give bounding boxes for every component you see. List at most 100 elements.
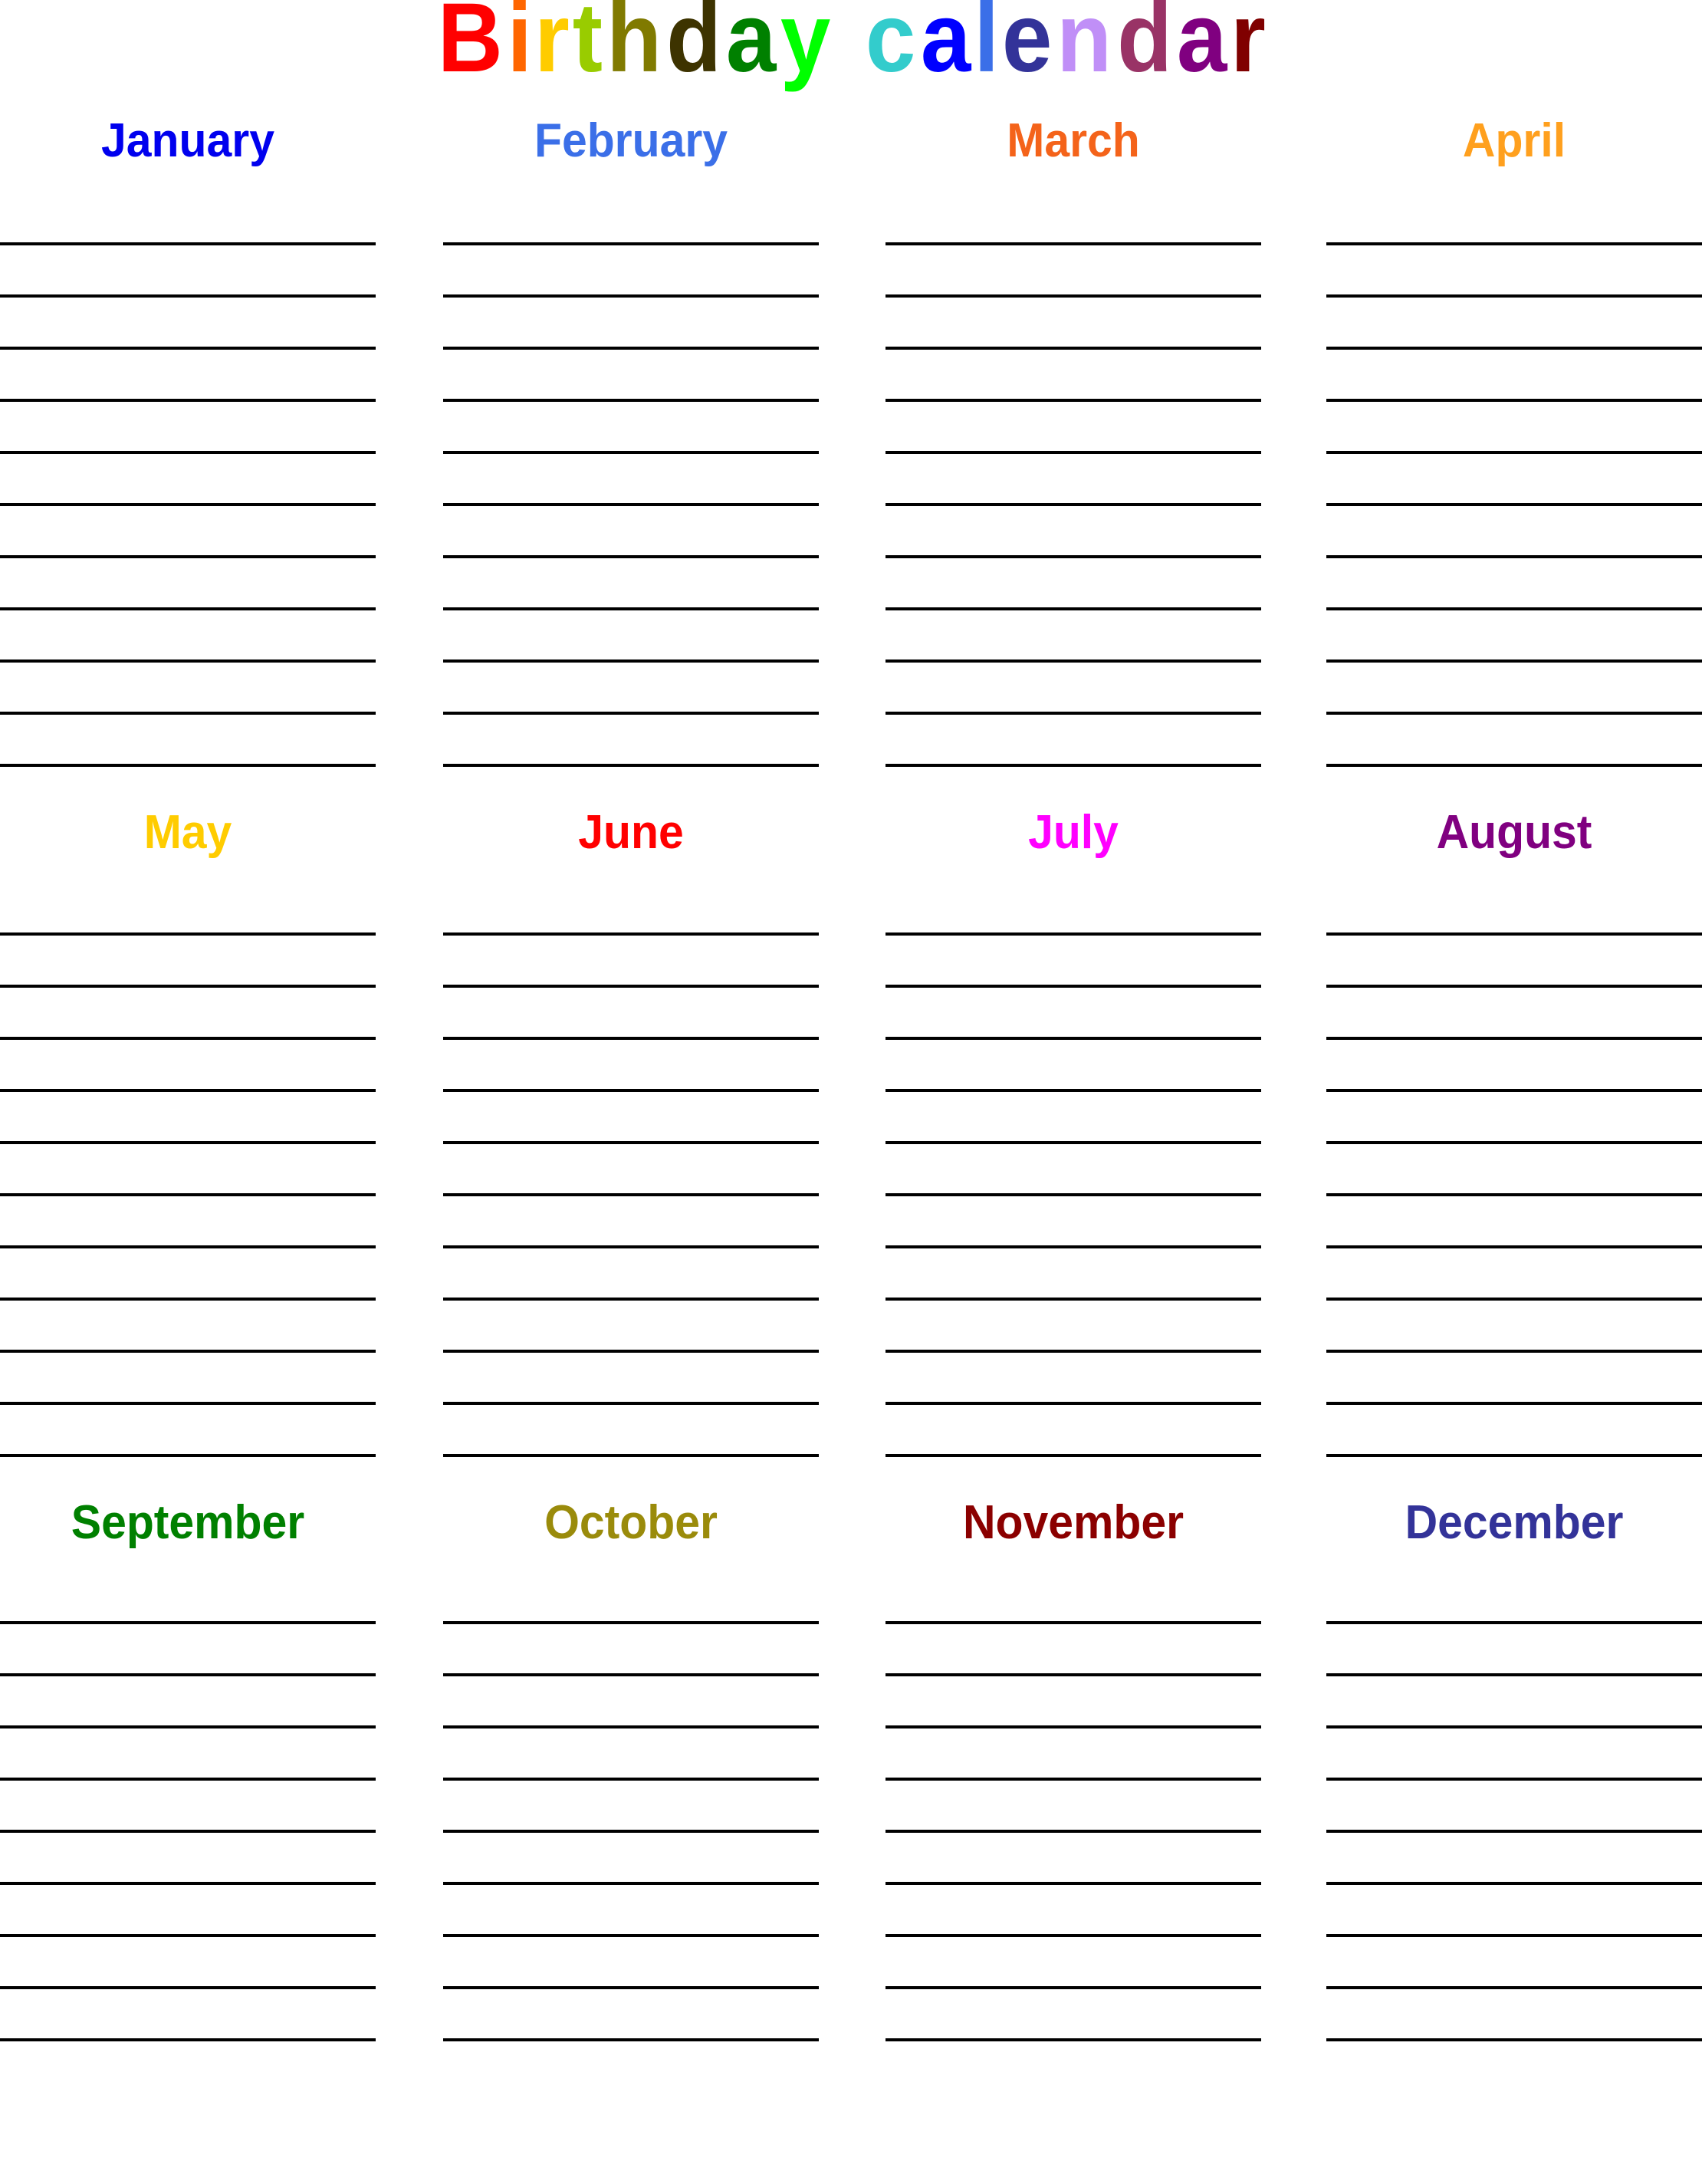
entry-line[interactable] <box>443 402 819 454</box>
entry-line[interactable] <box>1326 988 1702 1040</box>
entry-line[interactable] <box>886 1248 1261 1301</box>
entry-line[interactable] <box>443 350 819 402</box>
entry-line[interactable] <box>886 715 1261 767</box>
entry-line[interactable] <box>1326 1405 1702 1457</box>
entry-line[interactable] <box>0 1092 376 1144</box>
entry-line[interactable] <box>0 454 376 506</box>
entry-line[interactable] <box>1326 1781 1702 1833</box>
entry-line[interactable] <box>1326 1728 1702 1781</box>
entry-line[interactable] <box>886 1885 1261 1937</box>
entry-line[interactable] <box>886 1040 1261 1092</box>
entry-line[interactable] <box>1326 1572 1702 1624</box>
entry-line[interactable] <box>886 454 1261 506</box>
entry-line[interactable] <box>0 506 376 558</box>
entry-line[interactable] <box>443 1196 819 1248</box>
entry-line[interactable] <box>443 610 819 663</box>
entry-line[interactable] <box>1326 1040 1702 1092</box>
entry-line[interactable] <box>443 1937 819 1989</box>
entry-line[interactable] <box>443 988 819 1040</box>
entry-line[interactable] <box>1326 1833 1702 1885</box>
entry-line[interactable] <box>443 1989 819 2041</box>
entry-line[interactable] <box>886 1833 1261 1885</box>
entry-line[interactable] <box>0 1937 376 1989</box>
entry-line[interactable] <box>886 1196 1261 1248</box>
entry-line[interactable] <box>443 883 819 936</box>
entry-line[interactable] <box>886 1144 1261 1196</box>
entry-line[interactable] <box>0 1196 376 1248</box>
entry-line[interactable] <box>443 454 819 506</box>
entry-line[interactable] <box>1326 1196 1702 1248</box>
entry-line[interactable] <box>1326 663 1702 715</box>
entry-line[interactable] <box>0 558 376 610</box>
entry-line[interactable] <box>0 193 376 245</box>
entry-line[interactable] <box>0 1405 376 1457</box>
entry-line[interactable] <box>443 1353 819 1405</box>
entry-line[interactable] <box>886 558 1261 610</box>
entry-line[interactable] <box>1326 1676 1702 1728</box>
entry-line[interactable] <box>1326 558 1702 610</box>
entry-line[interactable] <box>886 1937 1261 1989</box>
entry-line[interactable] <box>886 1572 1261 1624</box>
entry-line[interactable] <box>443 558 819 610</box>
entry-line[interactable] <box>0 883 376 936</box>
entry-line[interactable] <box>0 245 376 298</box>
entry-line[interactable] <box>443 1092 819 1144</box>
entry-line[interactable] <box>1326 1301 1702 1353</box>
entry-line[interactable] <box>443 1572 819 1624</box>
entry-line[interactable] <box>1326 298 1702 350</box>
entry-line[interactable] <box>1326 350 1702 402</box>
entry-line[interactable] <box>1326 1624 1702 1676</box>
entry-line[interactable] <box>0 715 376 767</box>
entry-line[interactable] <box>0 298 376 350</box>
entry-line[interactable] <box>886 1989 1261 2041</box>
entry-line[interactable] <box>443 245 819 298</box>
entry-line[interactable] <box>1326 454 1702 506</box>
entry-line[interactable] <box>886 298 1261 350</box>
entry-line[interactable] <box>886 1301 1261 1353</box>
entry-line[interactable] <box>0 1248 376 1301</box>
entry-line[interactable] <box>886 402 1261 454</box>
entry-line[interactable] <box>443 1728 819 1781</box>
entry-line[interactable] <box>0 610 376 663</box>
entry-line[interactable] <box>886 350 1261 402</box>
entry-line[interactable] <box>0 1572 376 1624</box>
entry-line[interactable] <box>1326 1885 1702 1937</box>
entry-line[interactable] <box>443 193 819 245</box>
entry-line[interactable] <box>886 1405 1261 1457</box>
entry-line[interactable] <box>0 1144 376 1196</box>
entry-line[interactable] <box>443 1676 819 1728</box>
entry-line[interactable] <box>0 1040 376 1092</box>
entry-line[interactable] <box>0 1301 376 1353</box>
entry-line[interactable] <box>443 1040 819 1092</box>
entry-line[interactable] <box>0 1989 376 2041</box>
entry-line[interactable] <box>886 936 1261 988</box>
entry-line[interactable] <box>443 663 819 715</box>
entry-line[interactable] <box>1326 1353 1702 1405</box>
entry-line[interactable] <box>443 1248 819 1301</box>
entry-line[interactable] <box>443 936 819 988</box>
entry-line[interactable] <box>1326 610 1702 663</box>
entry-line[interactable] <box>1326 245 1702 298</box>
entry-line[interactable] <box>886 1624 1261 1676</box>
entry-line[interactable] <box>886 1728 1261 1781</box>
entry-line[interactable] <box>0 1624 376 1676</box>
entry-line[interactable] <box>443 1885 819 1937</box>
entry-line[interactable] <box>1326 715 1702 767</box>
entry-line[interactable] <box>886 988 1261 1040</box>
entry-line[interactable] <box>443 1781 819 1833</box>
entry-line[interactable] <box>1326 193 1702 245</box>
entry-line[interactable] <box>443 1405 819 1457</box>
entry-line[interactable] <box>0 350 376 402</box>
entry-line[interactable] <box>886 506 1261 558</box>
entry-line[interactable] <box>1326 1144 1702 1196</box>
entry-line[interactable] <box>1326 506 1702 558</box>
entry-line[interactable] <box>443 715 819 767</box>
entry-line[interactable] <box>886 245 1261 298</box>
entry-line[interactable] <box>1326 1248 1702 1301</box>
entry-line[interactable] <box>443 1624 819 1676</box>
entry-line[interactable] <box>886 1353 1261 1405</box>
entry-line[interactable] <box>443 1144 819 1196</box>
entry-line[interactable] <box>886 193 1261 245</box>
entry-line[interactable] <box>443 1301 819 1353</box>
entry-line[interactable] <box>1326 1092 1702 1144</box>
